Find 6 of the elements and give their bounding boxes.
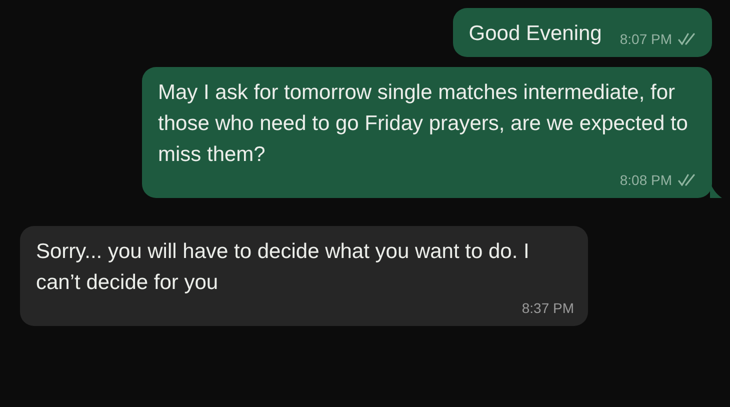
message-time: 8:08 PM	[620, 171, 672, 190]
message-time: 8:07 PM	[620, 30, 672, 49]
message-text: Sorry... you will have to decide what you want to do. I can’t decide for you	[36, 239, 530, 296]
message-time: 8:37 PM	[522, 299, 574, 318]
message-text: Good Evening	[468, 21, 602, 47]
message-text: May I ask for tomorrow single matches intermediate, for those who need to go Friday prayers, are we expected to miss them?	[158, 80, 689, 168]
